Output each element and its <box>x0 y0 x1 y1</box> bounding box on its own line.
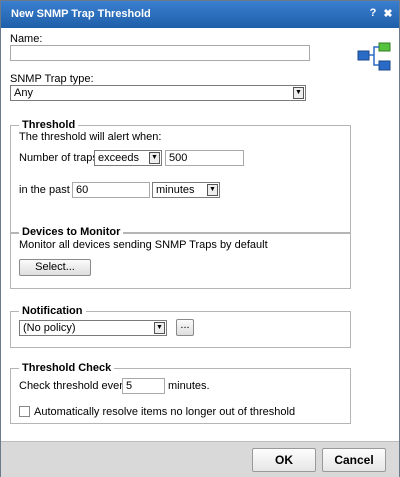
threshold-legend: Threshold <box>19 119 79 131</box>
dialog-footer: OK Cancel <box>1 441 399 477</box>
close-icon[interactable]: ✖ <box>382 7 394 21</box>
auto-resolve-checkbox[interactable] <box>19 406 30 417</box>
chevron-down-icon: ▼ <box>154 322 165 334</box>
threshold-description: The threshold will alert when: <box>19 131 162 143</box>
dialog-title: New SNMP Trap Threshold <box>11 8 151 20</box>
threshold-check-group: Threshold Check Check threshold every 5 … <box>10 362 351 424</box>
period-unit-select[interactable]: minutes ▼ <box>152 182 220 198</box>
chevron-down-icon: ▼ <box>149 152 160 164</box>
chevron-down-icon: ▼ <box>293 87 304 99</box>
cancel-button[interactable]: Cancel <box>322 448 386 472</box>
policy-value: (No policy) <box>23 322 76 334</box>
check-interval-unit: minutes. <box>168 380 210 392</box>
title-bar[interactable]: New SNMP Trap Threshold ? ✖ <box>1 1 399 28</box>
number-of-traps-label: Number of traps <box>19 152 98 164</box>
chevron-down-icon: ▼ <box>207 184 218 196</box>
devices-legend: Devices to Monitor <box>19 226 124 238</box>
check-interval-input[interactable]: 5 <box>122 378 165 394</box>
network-icon <box>357 42 391 71</box>
trap-type-label: SNMP Trap type: <box>10 73 94 85</box>
ok-button[interactable]: OK <box>252 448 316 472</box>
period-unit-value: minutes <box>156 184 195 196</box>
threshold-group: Threshold The threshold will alert when:… <box>10 119 351 234</box>
policy-browse-button[interactable]: ... <box>176 319 194 336</box>
devices-description: Monitor all devices sending SNMP Traps b… <box>19 239 268 251</box>
threshold-check-legend: Threshold Check <box>19 362 115 374</box>
notification-legend: Notification <box>19 305 86 317</box>
devices-group: Devices to Monitor Monitor all devices s… <box>10 226 351 289</box>
trap-count-input[interactable]: 500 <box>165 150 244 166</box>
dialog-window: New SNMP Trap Threshold ? ✖ Name: SNMP T… <box>0 0 400 477</box>
select-devices-button[interactable]: Select... <box>19 259 91 276</box>
in-the-past-label: in the past <box>19 184 70 196</box>
dialog-body: Name: SNMP Trap type: Any ▼ Threshold Th… <box>1 28 399 441</box>
operator-value: exceeds <box>98 152 139 164</box>
period-input[interactable]: 60 <box>72 182 150 198</box>
help-icon[interactable]: ? <box>367 7 379 21</box>
trap-type-select[interactable]: Any ▼ <box>10 85 306 101</box>
auto-resolve-label: Automatically resolve items no longer ou… <box>34 406 296 418</box>
trap-type-value: Any <box>14 87 33 99</box>
check-every-label: Check threshold every <box>19 380 129 392</box>
policy-select[interactable]: (No policy) ▼ <box>19 320 167 336</box>
operator-select[interactable]: exceeds ▼ <box>94 150 162 166</box>
notification-group: Notification (No policy) ▼ ... <box>10 305 351 348</box>
name-input[interactable] <box>10 45 310 61</box>
name-label: Name: <box>10 33 43 45</box>
